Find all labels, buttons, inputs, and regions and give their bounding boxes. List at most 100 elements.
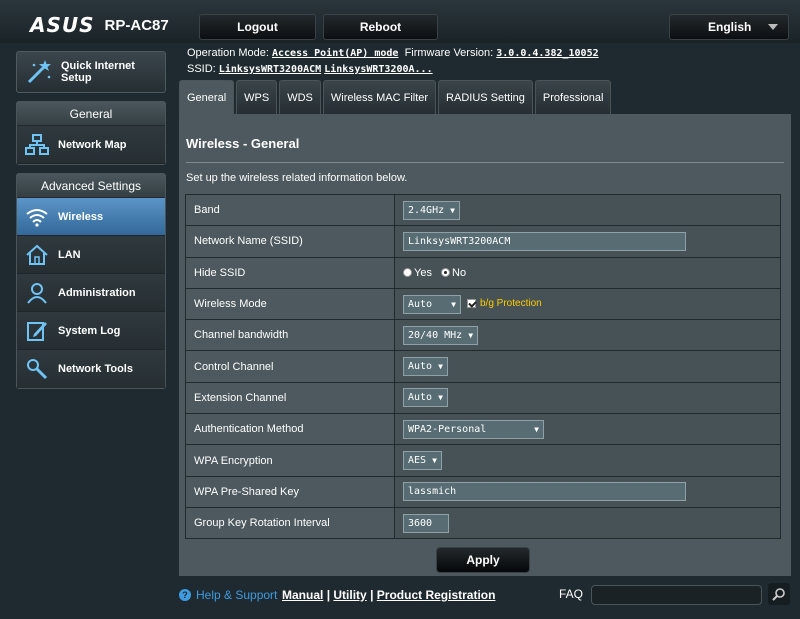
wpa-key-label: WPA Pre-Shared Key (185, 475, 395, 508)
control-channel-label: Control Channel (185, 350, 395, 383)
band-label: Band (185, 193, 395, 227)
tools-icon (25, 357, 49, 381)
wireless-mode-select[interactable]: Auto ▼ (403, 294, 461, 314)
ssid-input[interactable]: LinksysWRT3200ACM (403, 231, 686, 251)
setting-row-auth-method: Authentication Method WPA2-Personal ▼ (185, 413, 781, 446)
quick-internet-setup-button[interactable]: Quick Internet Setup (16, 51, 166, 93)
manual-link[interactable]: Manual (282, 588, 323, 602)
bg-protection-label: b/g Protection (480, 298, 542, 310)
brand-logo: ASUS (30, 13, 95, 37)
product-registration-link[interactable]: Product Registration (377, 588, 496, 602)
hide-ssid-no-radio[interactable] (441, 268, 451, 278)
dropdown-arrow-icon: ▼ (438, 362, 443, 372)
wireless-icon (25, 205, 49, 229)
utility-link[interactable]: Utility (333, 588, 366, 602)
sidebar-item-label: Wireless (58, 210, 104, 223)
bg-protection-checkbox[interactable] (467, 299, 476, 309)
dropdown-arrow-icon: ▼ (534, 424, 539, 434)
top-bar: ASUS RP-AC87 Logout Reboot English (0, 0, 800, 43)
hide-ssid-yes-radio[interactable] (403, 268, 412, 278)
footer-links: Manual | Utility | Product Registration (282, 588, 495, 602)
setting-row-band: Band 2.4GHz ▼ (185, 193, 781, 227)
logout-button[interactable]: Logout (199, 14, 316, 40)
dropdown-arrow-icon: ▼ (438, 393, 443, 403)
sidebar-item-label: Administration (58, 286, 136, 299)
auth-method-label: Authentication Method (185, 413, 395, 446)
logo: ASUS RP-AC87 (30, 13, 169, 37)
channel-bandwidth-label: Channel bandwidth (185, 319, 395, 352)
sidebar-item-label: LAN (58, 248, 81, 261)
setting-row-extension-channel: Extension Channel Auto ▼ (185, 381, 781, 415)
help-support-link[interactable]: ? Help & Support (179, 588, 277, 602)
sidebar-item-label: Network Map (58, 138, 127, 151)
group-key-label: Group Key Rotation Interval (185, 506, 395, 540)
quick-setup-label: Quick Internet Setup (61, 60, 135, 84)
control-channel-value: Auto (408, 361, 433, 373)
divider (186, 162, 784, 163)
tab-bar: General WPS WDS Wireless MAC Filter RADI… (179, 80, 613, 114)
group-key-input[interactable]: 3600 (403, 513, 449, 533)
separator: | (326, 588, 331, 602)
sidebar-item-network-map[interactable]: Network Map (17, 126, 165, 164)
wpa-encryption-value: AES (408, 455, 427, 467)
band-value: 2.4GHz (408, 204, 445, 216)
sidebar-item-label: System Log (58, 324, 121, 337)
page-description: Set up the wireless related information … (186, 172, 408, 184)
setting-row-group-key: Group Key Rotation Interval 3600 (185, 506, 781, 540)
search-icon (772, 587, 786, 601)
sidebar-item-wireless[interactable]: Wireless (17, 198, 165, 236)
settings-table: Band 2.4GHz ▼ Network Name (SSID) Linksy… (185, 193, 781, 540)
tab-wds[interactable]: WDS (279, 80, 321, 114)
wpa-encryption-select[interactable]: AES ▼ (403, 451, 442, 471)
hide-ssid-label: Hide SSID (185, 256, 395, 289)
dropdown-arrow-icon: ▼ (450, 205, 455, 215)
model-name: RP-AC87 (104, 16, 169, 34)
dropdown-arrow-icon: ▼ (468, 330, 474, 340)
faq-label: FAQ (559, 587, 584, 601)
faq-search-button[interactable] (768, 583, 790, 605)
hide-ssid-no-label: No (452, 266, 467, 279)
dropdown-arrow-icon: ▼ (451, 299, 456, 309)
channel-bandwidth-select[interactable]: 20/40 MHz ▼ (403, 325, 479, 345)
tab-wps[interactable]: WPS (236, 80, 278, 114)
ssid-link-2[interactable]: LinksysWRT3200A... (324, 64, 432, 75)
control-channel-select[interactable]: Auto ▼ (403, 357, 448, 377)
operation-mode-link[interactable]: Access Point(AP) mode (272, 48, 398, 59)
sidebar-item-network-tools[interactable]: Network Tools (17, 350, 165, 388)
wpa-key-input[interactable]: lassmich (403, 482, 686, 502)
tab-general[interactable]: General (179, 80, 235, 114)
tab-professional[interactable]: Professional (534, 80, 612, 114)
tab-radius-setting[interactable]: RADIUS Setting (438, 80, 533, 114)
wpa-encryption-label: WPA Encryption (185, 444, 395, 477)
reboot-button[interactable]: Reboot (323, 14, 438, 40)
setting-row-control-channel: Control Channel Auto ▼ (185, 350, 781, 383)
separator: | (370, 588, 374, 602)
settings-panel: Wireless - General Set up the wireless r… (179, 114, 791, 576)
apply-button[interactable]: Apply (436, 547, 530, 573)
channel-bandwidth-value: 20/40 MHz (408, 329, 463, 341)
setting-row-hide-ssid: Hide SSID Yes No (185, 256, 781, 289)
band-select[interactable]: 2.4GHz ▼ (403, 200, 460, 220)
extension-channel-select[interactable]: Auto ▼ (403, 388, 448, 408)
tab-wireless-mac-filter[interactable]: Wireless MAC Filter (322, 80, 437, 114)
firmware-link[interactable]: 3.0.0.4.382_10052 (496, 48, 598, 59)
advanced-header: Advanced Settings (17, 174, 165, 198)
ssid-link-1[interactable]: LinksysWRT3200ACM (219, 64, 321, 75)
faq-search-input[interactable] (591, 585, 762, 605)
language-select[interactable]: English (669, 14, 789, 40)
auth-method-select[interactable]: WPA2-Personal ▼ (403, 419, 544, 439)
network-map-icon (25, 133, 49, 157)
home-icon (25, 243, 49, 267)
status-line-2: SSID: LinksysWRT3200ACM LinksysWRT3200A.… (187, 63, 433, 75)
setting-row-wpa-encryption: WPA Encryption AES ▼ (185, 444, 781, 477)
sidebar-item-administration[interactable]: Administration (17, 274, 165, 312)
hide-ssid-yes-label: Yes (414, 266, 432, 279)
extension-channel-label: Extension Channel (185, 381, 395, 415)
magic-wand-icon (25, 58, 53, 86)
general-header: General (17, 102, 165, 126)
advanced-section: Advanced Settings Wireless LAN Administr… (16, 173, 166, 389)
chevron-down-icon (768, 24, 778, 30)
sidebar-item-system-log[interactable]: System Log (17, 312, 165, 350)
sidebar-item-lan[interactable]: LAN (17, 236, 165, 274)
ssid-field-label: Network Name (SSID) (185, 225, 395, 258)
